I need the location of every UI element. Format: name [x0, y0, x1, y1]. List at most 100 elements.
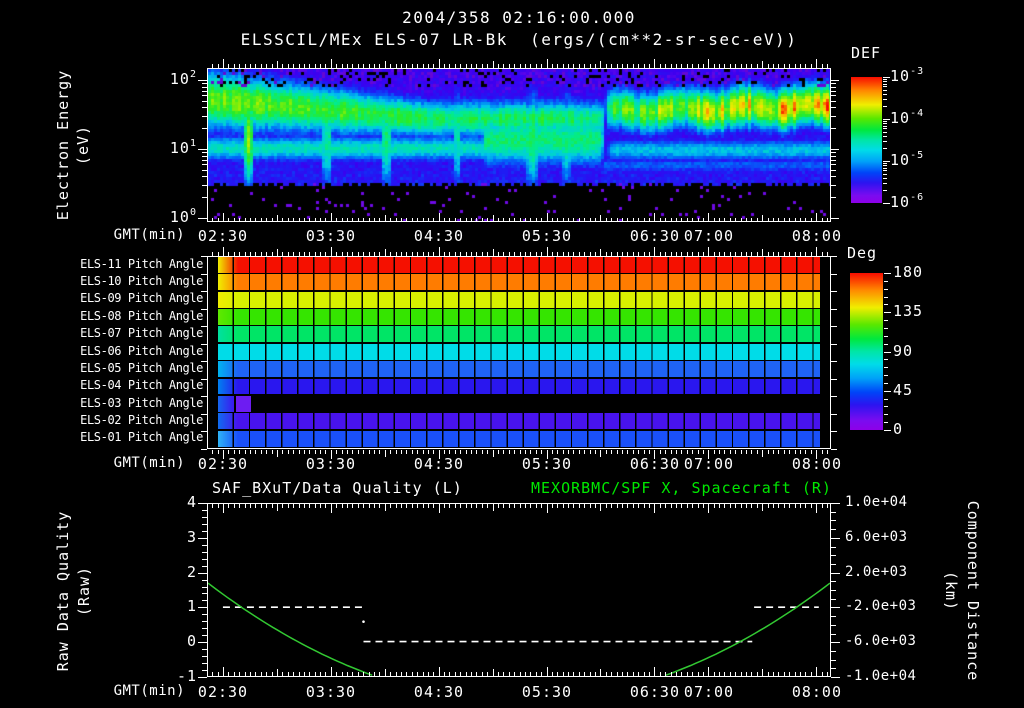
- axis-tick: [482, 672, 483, 676]
- axis-tick: [692, 450, 693, 454]
- axis-tick: [584, 672, 585, 676]
- axis-tick: [773, 672, 774, 676]
- axis-tick: [347, 504, 348, 508]
- axis-tick: [202, 510, 207, 511]
- axis-tick: [611, 504, 612, 508]
- axis-tick: [202, 621, 207, 622]
- axis-tick: [751, 252, 752, 256]
- axis-tick: [584, 504, 585, 508]
- axis-tick: [412, 672, 413, 676]
- axis-tick: [234, 450, 235, 454]
- axis-tick: [379, 504, 380, 508]
- axis-tick: [514, 64, 515, 68]
- axis-tick: [547, 504, 548, 513]
- axis-tick: [315, 64, 316, 68]
- axis-tick: [304, 64, 305, 68]
- axis-tick: [665, 218, 666, 222]
- axis-tick: [282, 672, 283, 676]
- axis-tick: [883, 141, 887, 142]
- axis-tick: [768, 252, 769, 256]
- axis-tick: [800, 450, 801, 454]
- axis-tick: [811, 504, 812, 508]
- axis-tick: [320, 504, 321, 508]
- axis-tick: [503, 450, 504, 454]
- axis-tick: [638, 64, 639, 68]
- axis-tick: [498, 504, 499, 508]
- axis-tick: [218, 252, 219, 256]
- axis-tick: [784, 218, 785, 222]
- axis-tick: [883, 119, 890, 120]
- axis-tick: [433, 672, 434, 676]
- axis-tick: [600, 215, 601, 222]
- axis-tick: [800, 252, 801, 256]
- axis-tick: [831, 128, 836, 129]
- y-tick-label: 100: [169, 207, 197, 226]
- axis-tick: [757, 450, 758, 454]
- axis-tick: [789, 450, 790, 454]
- axis-tick: [831, 176, 836, 177]
- axis-tick: [563, 64, 564, 68]
- axis-tick: [883, 128, 887, 129]
- axis-tick: [883, 94, 887, 95]
- axis-tick: [423, 672, 424, 676]
- axis-tick: [250, 450, 251, 454]
- axis-tick: [385, 249, 386, 256]
- axis-tick: [831, 185, 836, 186]
- axis-tick: [536, 450, 537, 454]
- axis-tick: [600, 61, 601, 68]
- axis-tick: [320, 64, 321, 68]
- axis-tick: [460, 672, 461, 676]
- axis-tick: [778, 252, 779, 256]
- axis-tick: [831, 95, 836, 96]
- axis-tick: [883, 132, 887, 133]
- axis-tick: [805, 450, 806, 454]
- axis-tick: [288, 672, 289, 676]
- left-axis-tick-label: 0: [186, 632, 197, 650]
- axis-tick: [234, 504, 235, 508]
- axis-tick: [627, 450, 628, 454]
- axis-tick: [299, 218, 300, 222]
- axis-tick: [428, 64, 429, 68]
- axis-tick: [552, 504, 553, 508]
- axis-tick: [293, 450, 294, 454]
- axis-tick: [660, 218, 661, 222]
- axis-tick: [789, 64, 790, 68]
- axis-tick: [649, 64, 650, 68]
- pitch-row: [218, 361, 820, 378]
- axis-tick: [498, 672, 499, 676]
- axis-tick: [476, 64, 477, 68]
- axis-tick: [347, 450, 348, 454]
- axis-tick: [784, 450, 785, 454]
- axis-tick: [202, 170, 207, 171]
- axis-tick: [471, 218, 472, 222]
- axis-tick: [751, 64, 752, 68]
- axis-tick: [579, 450, 580, 454]
- axis-tick: [884, 406, 888, 407]
- axis-tick: [309, 504, 310, 508]
- left-axis-tick-label: 4: [186, 493, 197, 511]
- axis-tick: [423, 64, 424, 68]
- axis-tick: [390, 450, 391, 454]
- axis-tick: [622, 672, 623, 676]
- axis-tick: [633, 64, 634, 68]
- axis-tick: [212, 252, 213, 256]
- axis-tick: [600, 450, 601, 457]
- axis-tick: [202, 517, 207, 518]
- axis-tick: [831, 668, 836, 669]
- axis-tick: [741, 64, 742, 68]
- pitch-row-label: ELS-09 Pitch Angle: [80, 291, 203, 306]
- plot-page: 2004/358 02:16:00.000 ELSSCIL/MEx ELS-07…: [0, 0, 1024, 708]
- top-y-axis-title: Electron Energy: [54, 69, 72, 221]
- axis-tick: [202, 677, 207, 678]
- axis-tick: [202, 87, 207, 88]
- axis-tick: [396, 450, 397, 454]
- axis-tick: [831, 326, 837, 327]
- axis-tick: [336, 450, 337, 454]
- axis-tick: [671, 504, 672, 508]
- axis-tick: [342, 504, 343, 508]
- axis-tick: [671, 672, 672, 676]
- axis-tick: [347, 252, 348, 256]
- axis-tick: [831, 660, 836, 661]
- axis-tick: [611, 450, 612, 454]
- axis-tick: [681, 252, 682, 256]
